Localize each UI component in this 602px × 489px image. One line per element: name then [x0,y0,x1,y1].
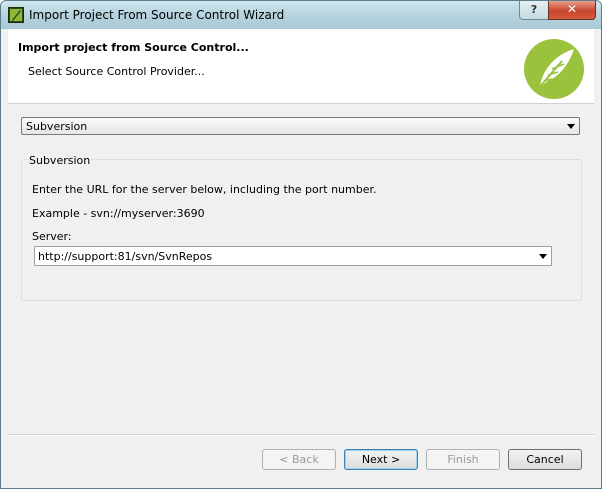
wizard-header: Import project from Source Control... Se… [8,29,594,104]
subversion-group [21,159,582,301]
window-title: Import Project From Source Control Wizar… [29,8,285,22]
next-button[interactable]: Next > [344,449,418,470]
finish-button[interactable]: Finish [426,449,500,470]
group-legend: Subversion [28,154,92,167]
title-bar[interactable]: Import Project From Source Control Wizar… [1,1,601,29]
example-text: Example - svn://myserver:3690 [32,207,205,220]
server-url-combobox[interactable]: http://support:81/svn/SvnRepos [34,246,552,266]
help-icon: ? [530,3,538,16]
provider-selected-value: Subversion [26,120,88,133]
page-title: Import project from Source Control... [18,41,249,54]
footer-divider [8,434,594,436]
app-icon [8,7,24,23]
cancel-button[interactable]: Cancel [508,449,582,470]
wizard-window: Import Project From Source Control Wizar… [0,0,602,489]
feather-logo-icon [524,39,584,99]
page-subtitle: Select Source Control Provider... [28,65,205,78]
wizard-content: Import project from Source Control... Se… [8,29,594,481]
server-label: Server: [32,230,72,243]
instruction-text: Enter the URL for the server below, incl… [32,183,377,196]
back-button[interactable]: < Back [262,449,336,470]
provider-select[interactable]: Subversion [21,117,580,135]
close-icon: ✕ [566,2,578,16]
chevron-down-icon[interactable] [539,254,547,259]
close-button[interactable]: ✕ [548,1,596,20]
chevron-down-icon [567,124,575,129]
help-button[interactable]: ? [519,1,549,20]
server-url-value: http://support:81/svn/SvnRepos [38,250,213,263]
